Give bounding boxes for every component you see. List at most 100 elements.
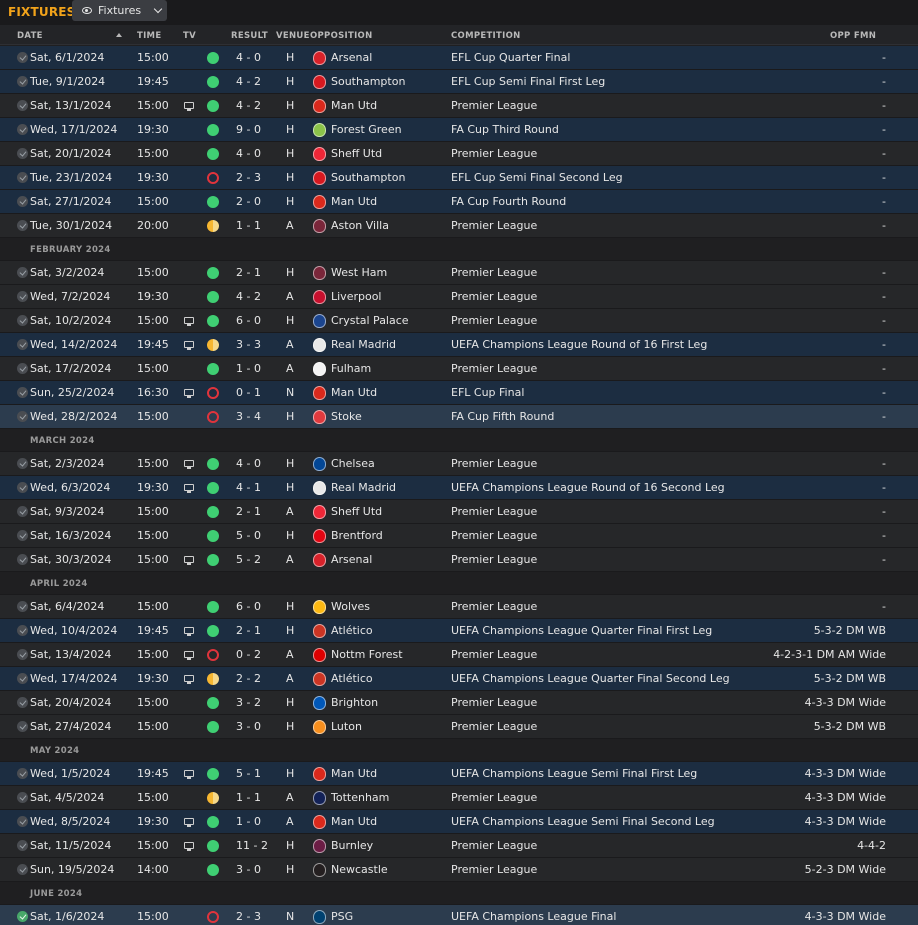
fixture-row[interactable]: Wed, 6/3/2024 19:30 4 - 1 H Real Madrid UEFA … <box>0 476 918 500</box>
fixture-row[interactable]: Sun, 19/5/2024 14:00 3 - 0 H Newcastle Premie… <box>0 858 918 882</box>
fixture-result[interactable]: 5 - 0 <box>236 529 261 542</box>
column-header-competition[interactable]: COMPETITION <box>451 31 521 41</box>
fixture-opposition[interactable]: Sheff Utd <box>331 505 382 518</box>
fixture-result[interactable]: 2 - 1 <box>236 624 261 637</box>
fixture-opposition[interactable]: Tottenham <box>331 791 389 804</box>
checkmark-icon[interactable] <box>17 124 28 135</box>
fixture-opposition[interactable]: Nottm Forest <box>331 648 403 661</box>
checkmark-icon[interactable] <box>17 506 28 517</box>
column-header-opp-fmn[interactable]: OPP FMN <box>830 31 876 41</box>
fixture-competition[interactable]: Premier League <box>451 648 537 661</box>
fixture-opposition[interactable]: Wolves <box>331 600 370 613</box>
fixture-row[interactable]: Wed, 14/2/2024 19:45 3 - 3 A Real Madrid UEFA… <box>0 333 918 357</box>
fixture-competition[interactable]: Premier League <box>451 791 537 804</box>
fixture-row[interactable]: Sat, 16/3/2024 15:00 5 - 0 H Brentford Premie… <box>0 524 918 548</box>
fixture-competition[interactable]: EFL Cup Quarter Final <box>451 51 570 64</box>
fixture-opposition[interactable]: Southampton <box>331 171 405 184</box>
fixture-opposition[interactable]: Chelsea <box>331 457 375 470</box>
fixture-result[interactable]: 11 - 2 <box>236 839 268 852</box>
fixture-row[interactable]: Sat, 6/1/2024 15:00 4 - 0 H Arsenal EFL Cup Q… <box>0 46 918 70</box>
fixture-competition[interactable]: Premier League <box>451 266 537 279</box>
fixture-result[interactable]: 6 - 0 <box>236 600 261 613</box>
fixture-opposition[interactable]: Forest Green <box>331 123 402 136</box>
fixture-row[interactable]: Wed, 17/4/2024 19:30 2 - 2 A Atlético UEFA Ch… <box>0 667 918 691</box>
fixture-competition[interactable]: Premier League <box>451 839 537 852</box>
fixture-competition[interactable]: Premier League <box>451 529 537 542</box>
fixture-result[interactable]: 4 - 1 <box>236 481 261 494</box>
checkmark-icon[interactable] <box>17 220 28 231</box>
fixture-competition[interactable]: Premier League <box>451 362 537 375</box>
column-header-venue[interactable]: VENUE <box>276 31 310 41</box>
fixture-competition[interactable]: UEFA Champions League Semi Final Second … <box>451 815 715 828</box>
fixture-result[interactable]: 1 - 0 <box>236 815 261 828</box>
fixture-competition[interactable]: Premier League <box>451 600 537 613</box>
fixture-competition[interactable]: Premier League <box>451 457 537 470</box>
fixture-competition[interactable]: Premier League <box>451 219 537 232</box>
fixture-competition[interactable]: UEFA Champions League Quarter Final Firs… <box>451 624 712 637</box>
checkmark-icon[interactable] <box>17 172 28 183</box>
fixture-row[interactable]: Wed, 8/5/2024 19:30 1 - 0 A Man Utd UEFA Cham… <box>0 810 918 834</box>
fixture-row[interactable]: Wed, 1/5/2024 19:45 5 - 1 H Man Utd UEFA Cham… <box>0 762 918 786</box>
fixture-row[interactable]: Wed, 7/2/2024 19:30 4 - 2 A Liverpool Premier… <box>0 285 918 309</box>
fixture-competition[interactable]: UEFA Champions League Final <box>451 910 616 923</box>
checkmark-icon[interactable] <box>17 100 28 111</box>
fixture-opposition[interactable]: Stoke <box>331 410 362 423</box>
fixture-result[interactable]: 4 - 0 <box>236 457 261 470</box>
checkmark-icon[interactable] <box>17 768 28 779</box>
fixture-competition[interactable]: Premier League <box>451 696 537 709</box>
fixture-result[interactable]: 3 - 4 <box>236 410 261 423</box>
fixture-opposition[interactable]: Sheff Utd <box>331 147 382 160</box>
fixture-result[interactable]: 2 - 3 <box>236 910 261 923</box>
checkmark-icon[interactable] <box>17 673 28 684</box>
fixture-result[interactable]: 2 - 2 <box>236 672 261 685</box>
column-header-opposition[interactable]: OPPOSITION <box>310 31 373 41</box>
fixture-row[interactable]: Sun, 25/2/2024 16:30 0 - 1 N Man Utd EFL Cup … <box>0 381 918 405</box>
fixture-competition[interactable]: Premier League <box>451 720 537 733</box>
checkmark-icon[interactable] <box>17 267 28 278</box>
fixture-competition[interactable]: FA Cup Fourth Round <box>451 195 566 208</box>
checkmark-icon[interactable] <box>17 792 28 803</box>
fixture-result[interactable]: 1 - 0 <box>236 362 261 375</box>
fixture-row[interactable]: Sat, 9/3/2024 15:00 2 - 1 A Sheff Utd Premier… <box>0 500 918 524</box>
fixture-result[interactable]: 2 - 3 <box>236 171 261 184</box>
checkmark-icon[interactable] <box>17 840 28 851</box>
fixture-competition[interactable]: UEFA Champions League Quarter Final Seco… <box>451 672 730 685</box>
fixture-opposition[interactable]: Newcastle <box>331 863 388 876</box>
fixture-result[interactable]: 9 - 0 <box>236 123 261 136</box>
view-selector-button[interactable]: Fixtures <box>72 0 167 21</box>
checkmark-icon[interactable] <box>17 196 28 207</box>
fixture-result[interactable]: 5 - 2 <box>236 553 261 566</box>
checkmark-icon[interactable] <box>17 411 28 422</box>
checkmark-icon[interactable] <box>17 649 28 660</box>
column-header-tv[interactable]: TV <box>183 31 196 41</box>
fixture-result[interactable]: 3 - 0 <box>236 863 261 876</box>
fixture-row[interactable]: Sat, 27/1/2024 15:00 2 - 0 H Man Utd FA Cup F… <box>0 190 918 214</box>
fixture-row[interactable]: Tue, 30/1/2024 20:00 1 - 1 A Aston Villa Prem… <box>0 214 918 238</box>
fixture-competition[interactable]: Premier League <box>451 314 537 327</box>
fixture-competition[interactable]: Premier League <box>451 505 537 518</box>
fixture-opposition[interactable]: Fulham <box>331 362 371 375</box>
fixture-row[interactable]: Sat, 4/5/2024 15:00 1 - 1 A Tottenham Premier… <box>0 786 918 810</box>
column-header-time[interactable]: TIME <box>137 31 161 41</box>
fixture-opposition[interactable]: Man Utd <box>331 99 377 112</box>
fixture-row[interactable]: Sat, 20/4/2024 15:00 3 - 2 H Brighton Premier… <box>0 691 918 715</box>
fixture-result[interactable]: 3 - 0 <box>236 720 261 733</box>
fixture-opposition[interactable]: PSG <box>331 910 353 923</box>
checkmark-icon[interactable] <box>17 721 28 732</box>
fixture-row[interactable]: Sat, 30/3/2024 15:00 5 - 2 A Arsenal Premier … <box>0 548 918 572</box>
fixture-result[interactable]: 3 - 2 <box>236 696 261 709</box>
checkmark-icon[interactable] <box>17 554 28 565</box>
fixture-result[interactable]: 4 - 0 <box>236 51 261 64</box>
fixture-opposition[interactable]: West Ham <box>331 266 387 279</box>
fixture-opposition[interactable]: Man Utd <box>331 386 377 399</box>
checkmark-icon[interactable] <box>17 601 28 612</box>
fixture-opposition[interactable]: Crystal Palace <box>331 314 409 327</box>
fixture-competition[interactable]: Premier League <box>451 147 537 160</box>
fixture-competition[interactable]: UEFA Champions League Semi Final First L… <box>451 767 697 780</box>
checkmark-icon[interactable] <box>17 52 28 63</box>
checkmark-icon[interactable] <box>17 911 28 922</box>
fixture-row[interactable]: Sat, 1/6/2024 15:00 2 - 3 N PSG UEFA Champion… <box>0 905 918 925</box>
checkmark-icon[interactable] <box>17 363 28 374</box>
checkmark-icon[interactable] <box>17 458 28 469</box>
fixture-opposition[interactable]: Arsenal <box>331 553 372 566</box>
